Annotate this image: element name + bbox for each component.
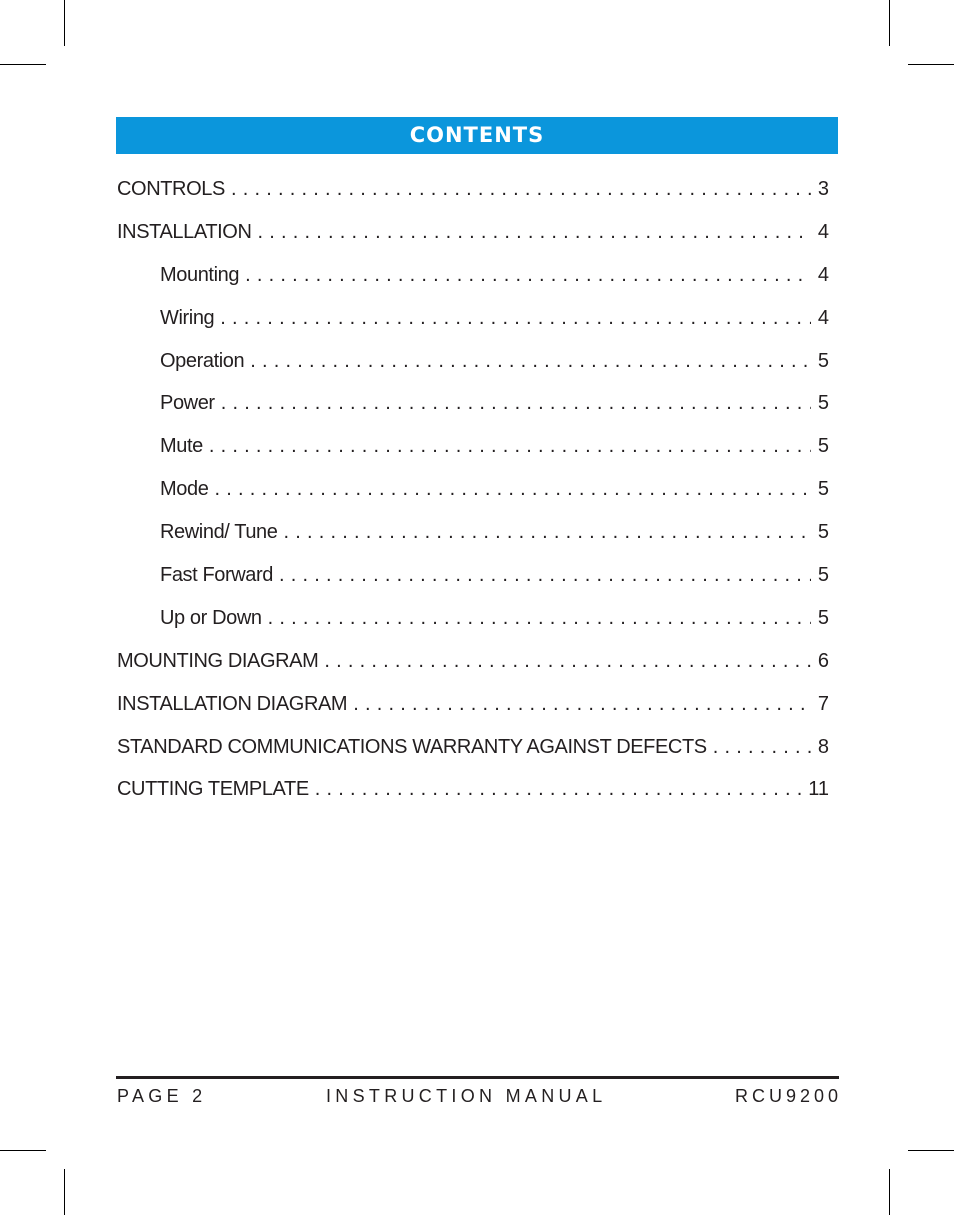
page-title: CONTENTS xyxy=(409,123,545,147)
toc-entry-label: CUTTING TEMPLATE xyxy=(117,778,309,801)
toc-entry[interactable]: Mounting................................… xyxy=(117,264,829,307)
toc-entry-label: Power xyxy=(160,392,215,415)
toc-entry[interactable]: STANDARD COMMUNICATIONS WARRANTY AGAINST… xyxy=(117,736,829,779)
toc-leader-dots: ........................................… xyxy=(250,349,811,372)
crop-mark-bottom-left-horizontal xyxy=(0,1150,46,1151)
toc-entry[interactable]: Operation...............................… xyxy=(117,350,829,393)
toc-entry-page: 5 xyxy=(817,606,829,629)
toc-leader-dots: ........................................… xyxy=(245,263,811,286)
crop-mark-top-left-vertical xyxy=(64,0,65,46)
toc-entry-label: Up or Down xyxy=(160,606,262,629)
toc-entry[interactable]: Fast Forward............................… xyxy=(117,564,829,607)
crop-mark-top-right-vertical xyxy=(889,0,890,46)
crop-mark-top-left-horizontal xyxy=(0,64,46,65)
toc-entry[interactable]: Up or Down..............................… xyxy=(117,607,829,650)
toc-entry-label: MOUNTING DIAGRAM xyxy=(117,649,319,672)
toc-entry[interactable]: Rewind/ Tune............................… xyxy=(117,521,829,564)
toc-leader-dots: ........................................… xyxy=(267,606,811,629)
toc-entry-page: 5 xyxy=(817,435,829,458)
toc-entry-page: 5 xyxy=(817,392,829,415)
toc-entry-label: STANDARD COMMUNICATIONS WARRANTY AGAINST… xyxy=(117,735,707,758)
toc-entry[interactable]: Mute....................................… xyxy=(117,435,829,478)
crop-mark-bottom-right-horizontal xyxy=(908,1150,954,1151)
toc-entry-page: 5 xyxy=(817,349,829,372)
footer-model-number: RCU9200 xyxy=(734,1086,842,1106)
crop-mark-bottom-left-vertical xyxy=(64,1169,65,1215)
toc-entry[interactable]: INSTALLATION............................… xyxy=(117,221,829,264)
toc-entry-label: INSTALLATION xyxy=(117,220,252,243)
toc-entry-label: Rewind/ Tune xyxy=(160,521,278,544)
crop-mark-bottom-right-vertical xyxy=(889,1169,890,1215)
toc-leader-dots: ........................................… xyxy=(230,178,811,200)
toc-leader-dots: ........................................… xyxy=(314,778,802,801)
toc-entry-page: 5 xyxy=(817,521,829,544)
toc-entry-label: Operation xyxy=(160,349,245,372)
toc-leader-dots: ........................................… xyxy=(208,435,811,458)
toc-entry[interactable]: Mode....................................… xyxy=(117,478,829,521)
toc-entry-label: CONTROLS xyxy=(117,178,225,200)
toc-entry[interactable]: Wiring..................................… xyxy=(117,307,829,350)
toc-entry[interactable]: MOUNTING DIAGRAM........................… xyxy=(117,650,829,693)
toc-leader-dots: ........................................… xyxy=(712,735,811,758)
toc-entry-label: Fast Forward xyxy=(160,564,274,587)
toc-entry[interactable]: CONTROLS................................… xyxy=(117,178,829,221)
toc-entry[interactable]: CUTTING TEMPLATE........................… xyxy=(117,778,829,821)
toc-entry-label: Mounting xyxy=(160,263,240,286)
toc-entry-label: INSTALLATION DIAGRAM xyxy=(117,692,348,715)
toc-entry-page: 5 xyxy=(817,564,829,587)
toc-leader-dots: ........................................… xyxy=(214,478,811,501)
toc-entry-label: Mute xyxy=(160,435,203,458)
toc-leader-dots: ........................................… xyxy=(283,521,812,544)
toc-entry-page: 11 xyxy=(808,778,829,801)
toc-entry-page: 6 xyxy=(817,649,829,672)
toc-entry-page: 7 xyxy=(817,692,829,715)
toc-entry-label: Mode xyxy=(160,478,209,501)
toc-leader-dots: ........................................… xyxy=(279,564,811,587)
footer-divider xyxy=(116,1076,839,1079)
crop-mark-top-right-horizontal xyxy=(908,64,954,65)
toc-entry-page: 8 xyxy=(817,735,829,758)
toc-entry-page: 5 xyxy=(817,478,829,501)
toc-leader-dots: ........................................… xyxy=(324,649,811,672)
toc-entry-page: 3 xyxy=(817,178,829,200)
footer-page-number: PAGE 2 xyxy=(117,1086,207,1106)
toc-entry[interactable]: Power...................................… xyxy=(117,392,829,435)
toc-leader-dots: ........................................… xyxy=(220,306,811,329)
toc-entry-page: 4 xyxy=(817,220,829,243)
toc-entry[interactable]: INSTALLATION DIAGRAM....................… xyxy=(117,693,829,736)
toc-entry-page: 4 xyxy=(817,263,829,286)
table-of-contents: CONTROLS................................… xyxy=(117,178,829,821)
toc-leader-dots: ........................................… xyxy=(257,220,812,243)
toc-leader-dots: ........................................… xyxy=(353,692,811,715)
toc-leader-dots: ........................................… xyxy=(220,392,811,415)
footer-document-title: INSTRUCTION MANUAL xyxy=(326,1086,607,1106)
toc-entry-label: Wiring xyxy=(160,306,215,329)
contents-banner: CONTENTS xyxy=(116,117,838,154)
toc-entry-page: 4 xyxy=(817,306,829,329)
